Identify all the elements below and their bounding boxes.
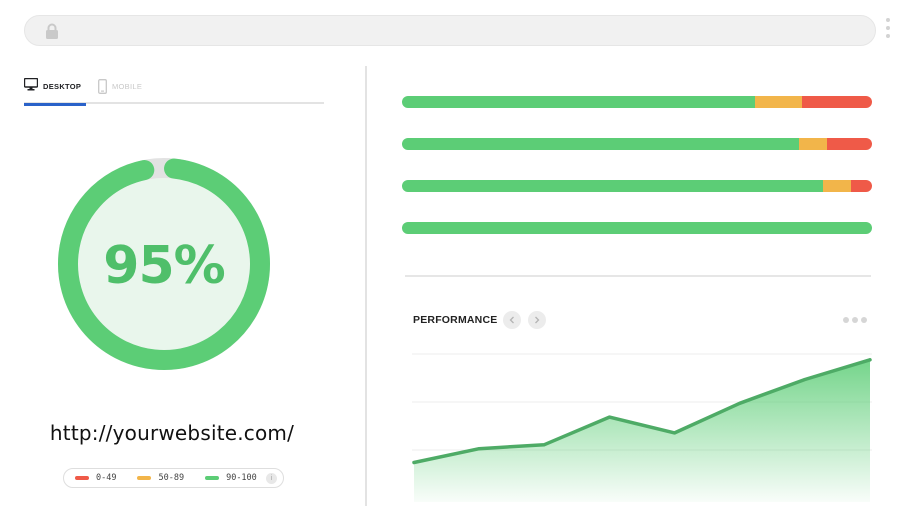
chevron-left-icon [509, 316, 514, 324]
tab-desktop-label: DESKTOP [43, 82, 82, 91]
performance-chart [412, 353, 872, 502]
chart-more-icon[interactable] [843, 317, 867, 323]
legend-item-poor: 0-49 [75, 473, 116, 483]
metric-bar-3-average [822, 180, 851, 192]
legend-item-average: 50-89 [137, 473, 184, 483]
panel-divider [365, 66, 367, 506]
legend-swatch-poor [75, 476, 89, 480]
metric-bar-4-good [402, 222, 872, 234]
chevron-right-icon [535, 316, 540, 324]
legend-item-good: 90-100 [205, 473, 257, 483]
legend-label-good: 90-100 [226, 473, 257, 483]
metric-bar-2-good [402, 138, 800, 150]
chart-prev-button[interactable] [503, 311, 521, 329]
legend-swatch-average [137, 476, 152, 480]
legend-swatch-good [205, 476, 220, 480]
metric-bar-2-average [799, 138, 828, 150]
chart-point-2 [477, 447, 481, 451]
metric-bar-2 [402, 138, 872, 150]
chart-title: PERFORMANCE [413, 314, 498, 326]
metric-bar-3-poor [850, 180, 872, 192]
tab-mobile[interactable]: MOBILE [98, 78, 142, 104]
chart-point-7 [803, 378, 807, 382]
chart-point-5 [673, 431, 677, 435]
metric-bar-2-poor [827, 138, 872, 150]
mobile-icon [98, 79, 107, 94]
chart-point-3 [542, 443, 546, 447]
metric-bar-3 [402, 180, 872, 192]
info-icon[interactable]: i [266, 473, 277, 484]
tab-mobile-label: MOBILE [112, 82, 143, 91]
site-url: http://yourwebsite.com/ [49, 421, 295, 445]
metric-bar-4 [402, 222, 872, 234]
metric-bar-3-good [402, 180, 823, 192]
address-bar[interactable] [24, 15, 876, 46]
metric-bar-1-poor [801, 96, 872, 108]
metric-bar-1-good [402, 96, 755, 108]
chart-point-1 [412, 461, 416, 464]
desktop-icon [24, 78, 38, 91]
metric-bar-1 [402, 96, 872, 108]
legend-label-average: 50-89 [158, 473, 185, 483]
score-legend: 0-49 50-89 90-100 i [63, 468, 284, 488]
chart-point-8 [868, 358, 872, 362]
legend-label-poor: 0-49 [96, 473, 117, 483]
chart-next-button[interactable] [528, 311, 546, 329]
chart-point-6 [738, 401, 742, 405]
menu-kebab-icon[interactable] [884, 18, 892, 44]
metric-bar-1-average [754, 96, 802, 108]
score-value: 95% [103, 236, 225, 296]
device-tabs: DESKTOP MOBILE [24, 78, 324, 106]
lock-icon [46, 23, 58, 39]
chart-point-4 [607, 415, 611, 419]
section-divider [405, 275, 871, 277]
tab-desktop[interactable]: DESKTOP [24, 78, 86, 106]
